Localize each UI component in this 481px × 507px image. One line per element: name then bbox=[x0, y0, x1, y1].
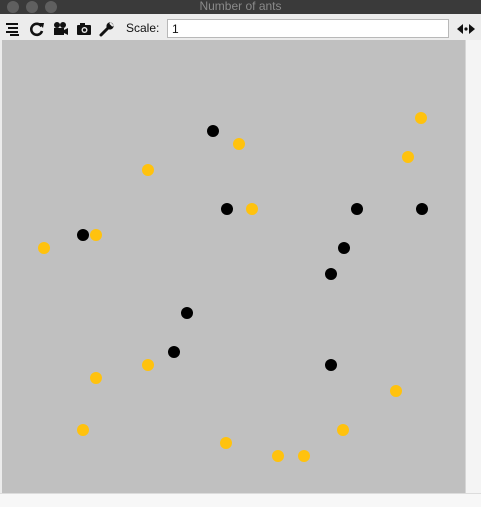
black-ant bbox=[338, 242, 350, 254]
screenshot-button[interactable] bbox=[74, 19, 94, 39]
menu-button[interactable] bbox=[3, 19, 23, 39]
yellow-ant bbox=[415, 112, 427, 124]
yellow-ant bbox=[337, 424, 349, 436]
yellow-ant bbox=[246, 203, 258, 215]
yellow-ant bbox=[142, 359, 154, 371]
scale-label: Scale: bbox=[126, 21, 160, 35]
yellow-ant bbox=[233, 138, 245, 150]
reload-button[interactable] bbox=[27, 19, 47, 39]
resize-toggle-button[interactable] bbox=[456, 19, 476, 39]
black-ant bbox=[221, 203, 233, 215]
refresh-icon bbox=[30, 22, 44, 37]
black-ant bbox=[416, 203, 428, 215]
title-bar: Number of ants bbox=[0, 0, 481, 14]
menu-icon bbox=[6, 23, 19, 36]
yellow-ant bbox=[77, 424, 89, 436]
horizontal-resize-icon bbox=[457, 24, 475, 34]
black-ant bbox=[168, 346, 180, 358]
black-ant bbox=[207, 125, 219, 137]
video-camera-icon bbox=[54, 22, 68, 35]
yellow-ant bbox=[272, 450, 284, 462]
yellow-ant bbox=[142, 164, 154, 176]
yellow-ant bbox=[90, 372, 102, 384]
simulation-canvas[interactable] bbox=[2, 40, 465, 493]
vertical-scrollbar[interactable] bbox=[465, 40, 481, 493]
black-ant bbox=[351, 203, 363, 215]
yellow-ant bbox=[38, 242, 50, 254]
yellow-ant bbox=[402, 151, 414, 163]
yellow-ant bbox=[298, 450, 310, 462]
black-ant bbox=[325, 359, 337, 371]
scale-input[interactable] bbox=[167, 19, 449, 38]
app-window: Number of ants Scale: 1 bbox=[0, 0, 481, 507]
ants-plot bbox=[38, 112, 428, 462]
window-title: Number of ants bbox=[199, 0, 282, 13]
black-ant bbox=[77, 229, 89, 241]
yellow-ant bbox=[90, 229, 102, 241]
toolbar: Scale: bbox=[0, 14, 481, 43]
black-ant bbox=[181, 307, 193, 319]
horizontal-scrollbar[interactable] bbox=[0, 493, 481, 507]
yellow-ant bbox=[390, 385, 402, 397]
camera-icon bbox=[77, 23, 91, 35]
canvas-frame bbox=[0, 40, 481, 507]
record-video-button[interactable] bbox=[51, 19, 71, 39]
wrench-icon bbox=[99, 22, 114, 37]
settings-button[interactable] bbox=[97, 19, 117, 39]
yellow-ant bbox=[220, 437, 232, 449]
black-ant bbox=[325, 268, 337, 280]
